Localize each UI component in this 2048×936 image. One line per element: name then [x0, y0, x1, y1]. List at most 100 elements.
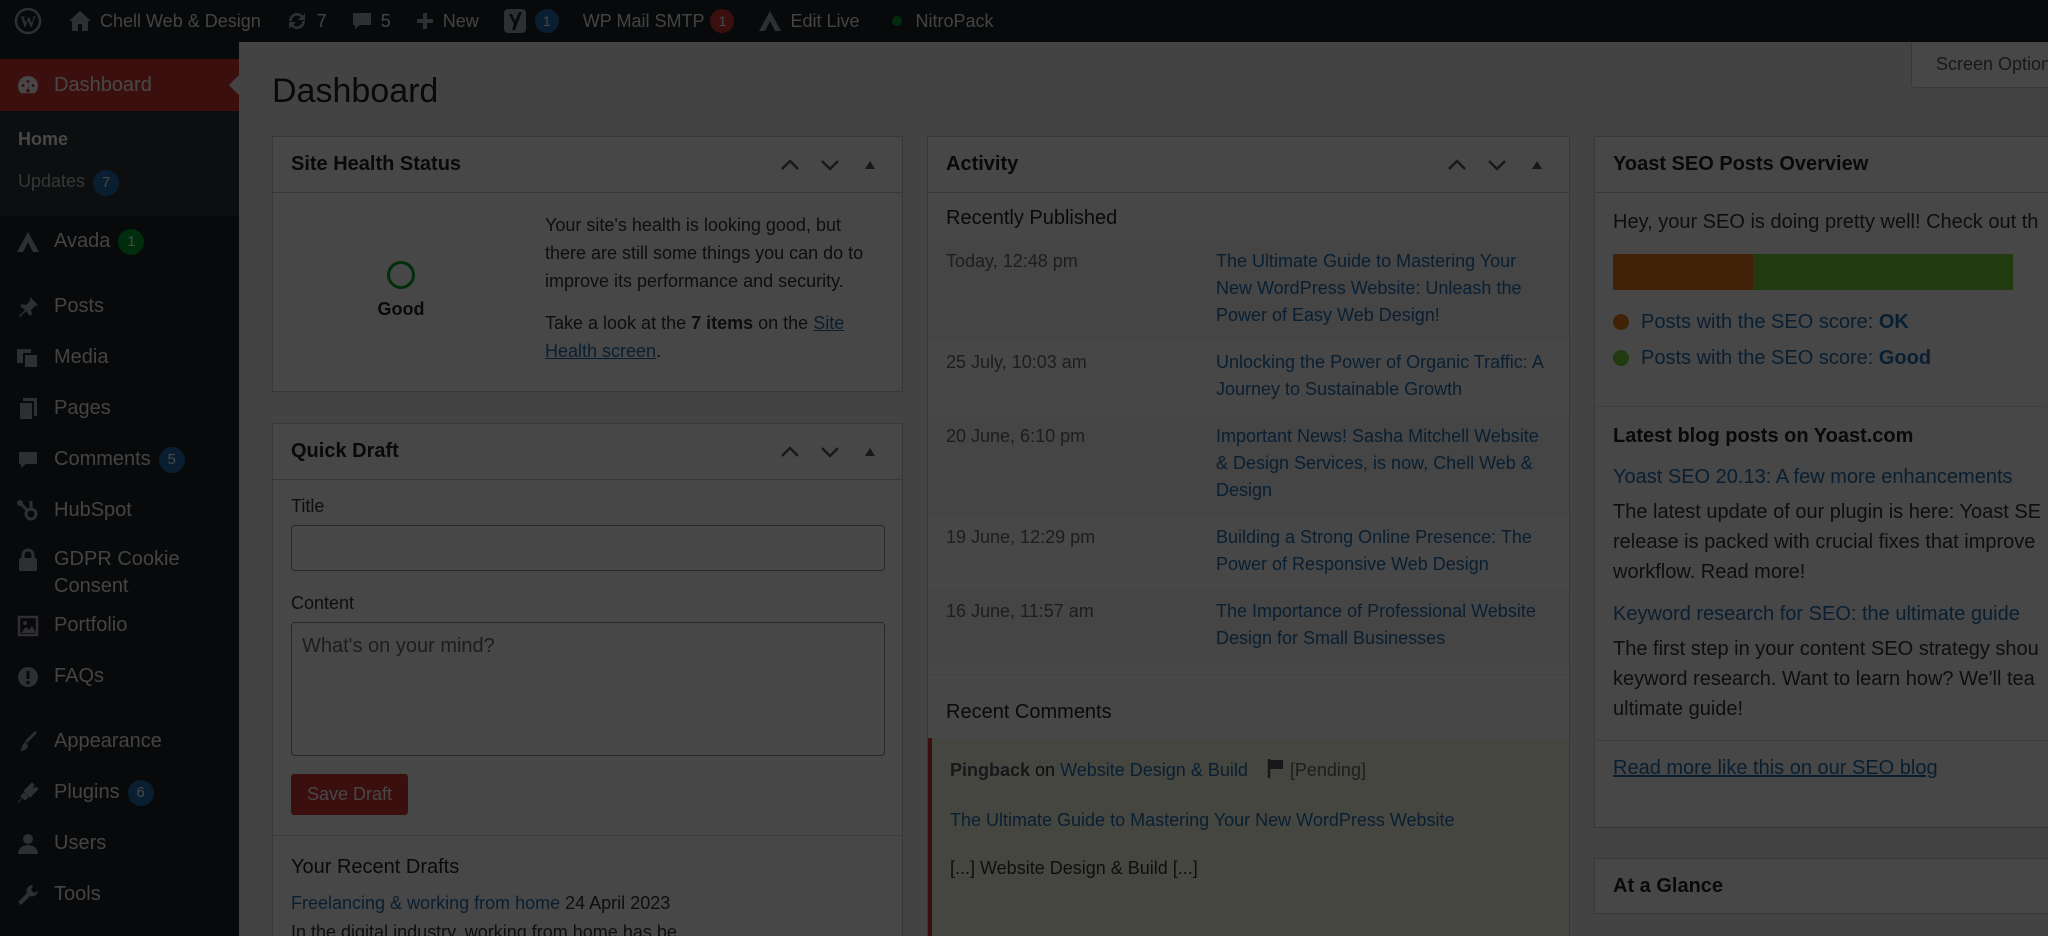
move-up-icon[interactable]	[1443, 151, 1471, 179]
health-take-look-text: Take a look at the	[545, 313, 692, 333]
draft-content-textarea[interactable]: What's on your mind?	[291, 622, 885, 756]
seo-legend-ok-link[interactable]: Posts with the SEO score: OK	[1641, 311, 1909, 333]
content-placeholder: What's on your mind?	[302, 635, 495, 657]
submenu-item-updates[interactable]: Updates 7	[0, 160, 239, 206]
updates-count: 7	[316, 10, 327, 31]
move-up-icon[interactable]	[776, 151, 804, 179]
draft-title-link[interactable]: Freelancing & working from home	[291, 893, 560, 913]
seo-legend-good-link[interactable]: Posts with the SEO score: Good	[1641, 347, 1931, 369]
sidebar-item-plugins[interactable]: Plugins 6	[0, 767, 239, 818]
sidebar-item-label: Media	[54, 346, 109, 368]
published-post-row: 25 July, 10:03 am Unlocking the Power of…	[928, 341, 1569, 415]
seo-score-good-segment	[1753, 254, 2013, 290]
yoast-menu[interactable]: 1	[491, 0, 571, 42]
read-more-seo-blog-link[interactable]: Read more like this on our SEO blog	[1613, 757, 1938, 779]
sidebar-item-hubspot[interactable]: HubSpot	[0, 485, 239, 536]
post-title-link[interactable]: Important News! Sasha Mitchell Website &…	[1216, 423, 1551, 504]
description-line: release is packed with crucial fixes tha…	[1613, 531, 2036, 553]
blog-post-link[interactable]: Keyword research for SEO: the ultimate g…	[1613, 603, 2020, 625]
blog-post-link[interactable]: Yoast SEO 20.13: A few more enhancements	[1613, 466, 2013, 488]
status-dot-icon	[891, 16, 902, 26]
nitropack-menu[interactable]: NitroPack	[872, 0, 1006, 42]
sidebar-item-portfolio[interactable]: Portfolio	[0, 600, 239, 651]
site-name-menu[interactable]: Chell Web & Design	[56, 0, 273, 42]
page-title: Dashboard	[272, 72, 439, 110]
sidebar-item-pages[interactable]: Pages	[0, 383, 239, 434]
submenu-item-label: Updates	[18, 171, 86, 191]
comments-menu[interactable]: 5	[339, 0, 403, 42]
wrench-icon	[14, 884, 42, 906]
description-line: keyword research. Want to learn how? We'…	[1613, 668, 2035, 690]
updates-menu[interactable]: 7	[273, 0, 339, 42]
recent-comments-heading: Recent Comments	[946, 701, 1112, 723]
seo-legend-ok[interactable]: Posts with the SEO score: OK	[1613, 304, 2045, 340]
at-a-glance-widget: At a Glance	[1594, 858, 2048, 914]
paintbrush-icon	[14, 730, 42, 753]
post-title-link[interactable]: The Importance of Professional Website D…	[1216, 598, 1551, 652]
wordpress-logo-menu[interactable]: W	[0, 0, 56, 42]
sidebar-item-avada[interactable]: Avada 1	[0, 216, 239, 267]
svg-text:W: W	[20, 14, 36, 31]
dashboard-icon	[14, 73, 42, 97]
save-draft-button[interactable]: Save Draft	[291, 774, 409, 815]
sidebar-item-appearance[interactable]: Appearance	[0, 716, 239, 767]
sidebar-item-label: GDPR Cookie	[54, 548, 180, 570]
plugins-count-badge: 6	[127, 779, 154, 806]
sidebar-item-media[interactable]: Media	[0, 332, 239, 383]
dashboard-submenu: Home Updates 7	[0, 111, 239, 216]
health-on-the-text: on the	[753, 313, 814, 333]
updates-count-badge: 7	[93, 170, 120, 196]
collapse-toggle-icon[interactable]	[856, 151, 884, 179]
post-date: 20 June, 6:10 pm	[946, 426, 1086, 446]
widget-header: Site Health Status	[273, 137, 902, 193]
comment-source-link[interactable]: The Ultimate Guide to Mastering Your New…	[950, 810, 1455, 830]
plus-icon	[415, 11, 435, 31]
seo-legend-good[interactable]: Posts with the SEO score: Good	[1613, 340, 2045, 376]
latest-blog-heading: Latest blog posts on Yoast.com	[1595, 406, 2045, 448]
new-content-menu[interactable]: New	[403, 0, 491, 42]
move-down-icon[interactable]	[1483, 151, 1511, 179]
comments-icon	[14, 449, 42, 471]
published-post-row: 16 June, 11:57 am The Importance of Prof…	[928, 590, 1569, 664]
description-line: ultimate guide!	[1613, 698, 1744, 720]
info-icon	[14, 666, 42, 688]
sidebar-item-users[interactable]: Users	[0, 818, 239, 869]
widget-header: Quick Draft	[273, 424, 902, 480]
submenu-item-home[interactable]: Home	[0, 119, 239, 160]
sidebar-item-faqs[interactable]: FAQs	[0, 651, 239, 702]
post-title-link[interactable]: The Ultimate Guide to Mastering Your New…	[1216, 248, 1551, 329]
yoast-count-badge: 1	[534, 9, 559, 33]
sidebar-item-tools[interactable]: Tools	[0, 869, 239, 920]
sidebar-item-label: FAQs	[54, 665, 105, 687]
screen-options-button[interactable]: Screen Options	[1911, 42, 2048, 88]
sidebar-item-comments[interactable]: Comments 5	[0, 434, 239, 485]
sidebar-item-label-line2: Consent	[54, 575, 129, 597]
sidebar-item-label: Pages	[54, 397, 111, 419]
comment-type: Pingback	[950, 760, 1031, 780]
comment-post-link[interactable]: Website Design & Build	[1060, 760, 1248, 780]
move-up-icon[interactable]	[776, 438, 804, 466]
post-date: 25 July, 10:03 am	[946, 352, 1087, 372]
sidebar-item-label: Comments	[54, 448, 151, 470]
collapse-toggle-icon[interactable]	[1523, 151, 1551, 179]
move-down-icon[interactable]	[816, 151, 844, 179]
sidebar-item-dashboard[interactable]: Dashboard	[0, 59, 239, 111]
home-icon	[68, 10, 92, 32]
title-field-label: Title	[291, 496, 325, 516]
health-status-label: Good	[377, 299, 425, 319]
pages-icon	[14, 397, 42, 421]
yoast-seo-overview-widget: Yoast SEO Posts Overview Hey, your SEO i…	[1594, 136, 2048, 828]
portfolio-icon	[14, 615, 42, 637]
post-title-link[interactable]: Building a Strong Online Presence: The P…	[1216, 524, 1551, 578]
wp-mail-smtp-menu[interactable]: WP Mail SMTP 1	[571, 0, 747, 42]
collapse-toggle-icon[interactable]	[856, 438, 884, 466]
sidebar-item-posts[interactable]: Posts	[0, 281, 239, 332]
comments-count: 5	[380, 10, 391, 31]
draft-title-input[interactable]	[291, 525, 885, 571]
edit-live-menu[interactable]: Edit Live	[746, 0, 871, 42]
sidebar-item-gdpr-cookie-consent[interactable]: GDPR Cookie Consent	[0, 536, 239, 600]
comment-item: Pingback on Website Design & Build [Pend…	[928, 738, 1569, 936]
move-down-icon[interactable]	[816, 438, 844, 466]
comment-excerpt: [...] Website Design & Build [...]	[950, 858, 1198, 878]
post-title-link[interactable]: Unlocking the Power of Organic Traffic: …	[1216, 349, 1551, 403]
